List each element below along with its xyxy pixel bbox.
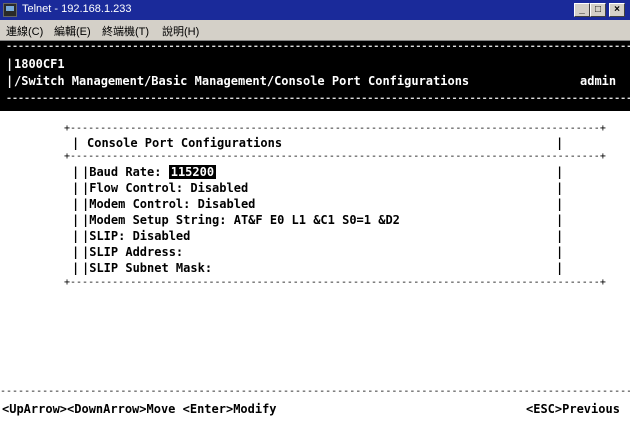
menu-bar: 連線(C) 編輯(E) 終端機(T) 說明(H) — [0, 20, 630, 40]
navigation-hints: <UpArrow><DownArrow>Move <Enter>Modify — [2, 402, 277, 416]
panel-border-left: | — [72, 197, 80, 211]
modem-control-label: Modem Control: Disabled — [89, 197, 256, 211]
panel-border-right: | — [556, 197, 564, 211]
flow-control-field[interactable]: |Flow Control: Disabled — [82, 181, 248, 195]
menu-connect[interactable]: 連線(C) — [6, 23, 43, 39]
close-button[interactable]: × — [609, 3, 625, 17]
baud-rate-value[interactable]: 115200 — [168, 165, 217, 179]
telnet-app-icon — [3, 3, 17, 17]
maximize-button[interactable]: □ — [590, 3, 606, 17]
panel-border-left: | — [72, 165, 80, 179]
modem-control-field[interactable]: |Modem Control: Disabled — [82, 197, 255, 211]
escape-hint: <ESC>Previous — [526, 402, 620, 416]
baud-rate-field[interactable]: |Baud Rate: 115200 — [82, 165, 217, 179]
panel-bottom-border: +---------------------------------------… — [64, 277, 606, 288]
minimize-button[interactable]: _ — [574, 3, 590, 17]
terminal-header: ----------------------------------------… — [0, 41, 630, 111]
panel-border-right: | — [556, 213, 564, 227]
menu-path: /Switch Management/Basic Management/Cons… — [14, 74, 470, 88]
panel-border-left: | — [72, 181, 80, 195]
panel-border-left: | — [72, 245, 80, 259]
panel-border-right: | — [556, 181, 564, 195]
menu-help[interactable]: 說明(H) — [162, 23, 199, 39]
slip-address-field[interactable]: |SLIP Address: — [82, 245, 183, 259]
header-top-border: ----------------------------------------… — [6, 41, 630, 52]
flow-control-label: Flow Control: Disabled — [89, 181, 249, 195]
panel-border-right: | — [556, 136, 564, 150]
telnet-window: Telnet - 192.168.1.233 _ □ × 連線(C) 編輯(E)… — [0, 0, 630, 432]
header-bottom-border: ----------------------------------------… — [6, 93, 630, 104]
panel-border-right: | — [556, 245, 564, 259]
hostname: 1800CF1 — [14, 57, 65, 71]
header-border-left: | — [6, 57, 14, 71]
slip-subnet-mask-field[interactable]: |SLIP Subnet Mask: — [82, 261, 212, 275]
slip-label: SLIP: Disabled — [89, 229, 191, 243]
panel-border-right: | — [556, 261, 564, 275]
menu-terminal[interactable]: 終端機(T) — [102, 23, 149, 39]
slip-subnet-mask-label: SLIP Subnet Mask: — [89, 261, 213, 275]
panel-top-border: +---------------------------------------… — [64, 123, 606, 134]
window-title: Telnet - 192.168.1.233 — [22, 3, 132, 15]
panel-divider: +---------------------------------------… — [64, 151, 606, 162]
baud-rate-label: Baud Rate: — [89, 165, 169, 179]
panel-border-right: | — [556, 229, 564, 243]
modem-setup-string-label: Modem Setup String: AT&F E0 L1 &C1 S0=1 … — [89, 213, 400, 227]
panel-border-left: | — [72, 229, 80, 243]
slip-address-label: SLIP Address: — [89, 245, 184, 259]
title-bar[interactable]: Telnet - 192.168.1.233 _ □ × — [0, 0, 630, 20]
panel-title: Console Port Configurations — [87, 136, 283, 150]
slip-field[interactable]: |SLIP: Disabled — [82, 229, 190, 243]
modem-setup-string-field[interactable]: |Modem Setup String: AT&F E0 L1 &C1 S0=1… — [82, 213, 400, 227]
terminal-screen[interactable]: ----------------------------------------… — [0, 40, 630, 432]
panel-border-left: | — [72, 213, 80, 227]
panel-border-left: | — [72, 136, 80, 150]
panel-border-right: | — [556, 165, 564, 179]
header-border-left: | — [6, 74, 14, 88]
panel-border-left: | — [72, 261, 80, 275]
footer-border: ----------------------------------------… — [0, 386, 630, 397]
menu-edit[interactable]: 編輯(E) — [54, 23, 91, 39]
current-user: admin — [580, 74, 617, 88]
